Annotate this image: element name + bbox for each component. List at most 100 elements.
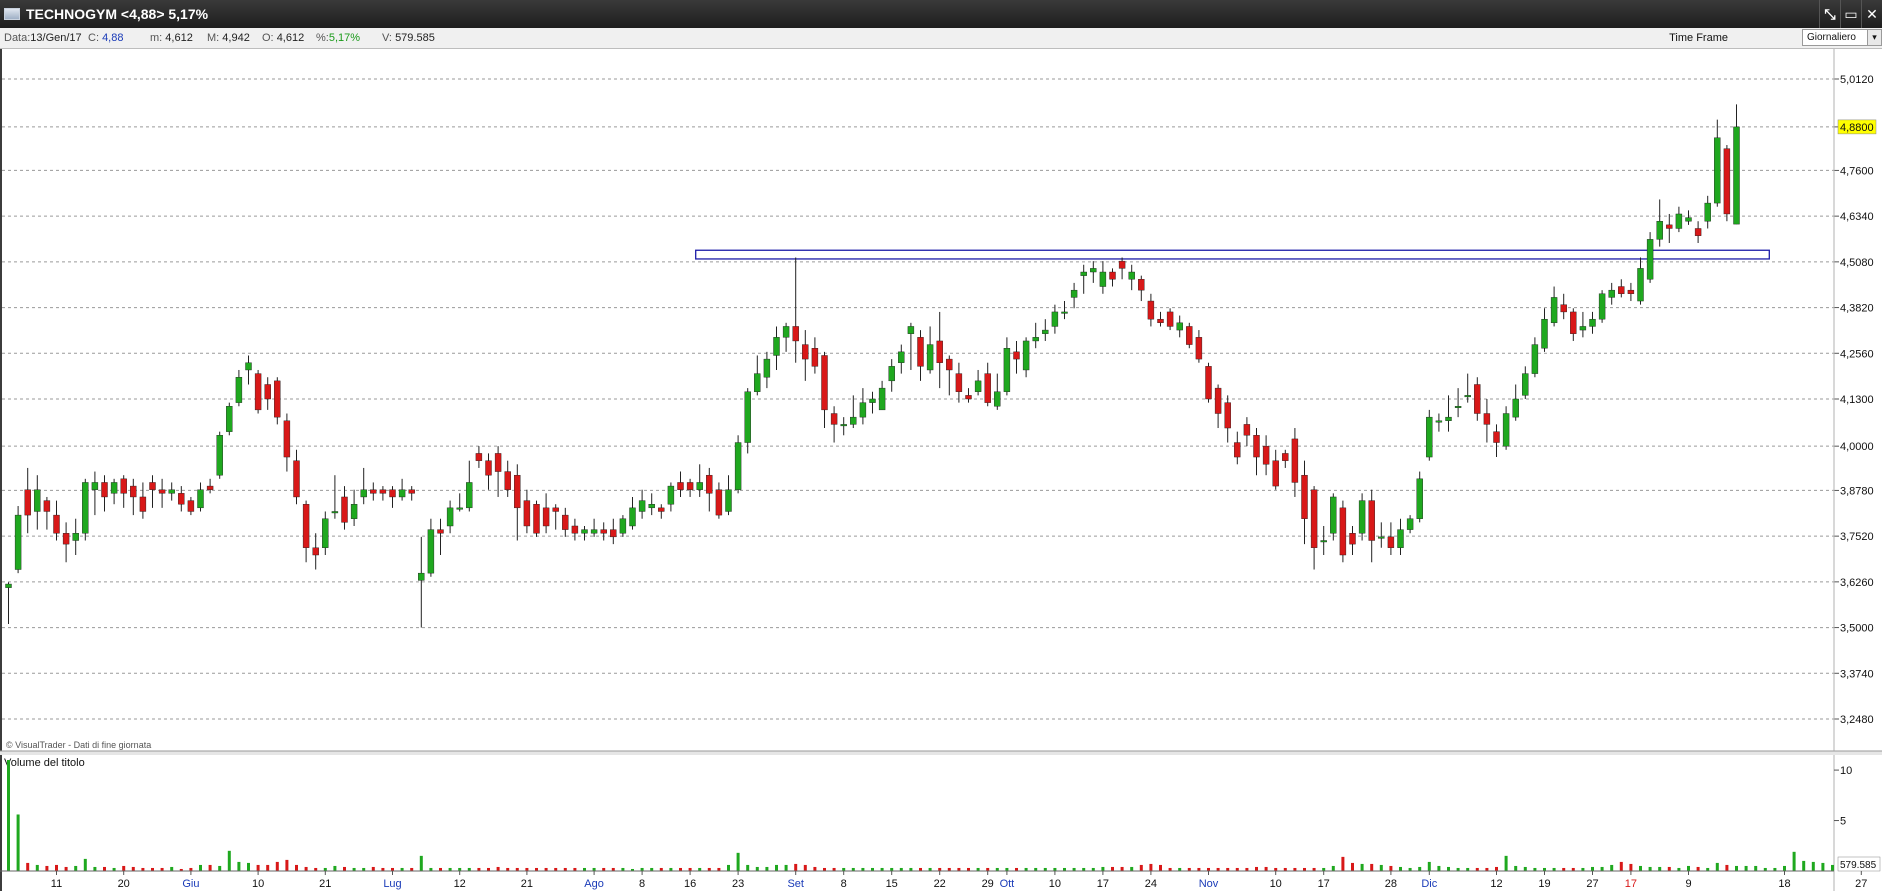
volume-bar xyxy=(304,866,308,871)
candle-down xyxy=(706,474,713,494)
volume-bar xyxy=(16,814,20,871)
volume-bar xyxy=(131,866,135,871)
candle-down xyxy=(53,514,60,534)
price-chart[interactable]: 5,0120 4,8800 4,7600 4,6340 4,5080 4,3820 4,25… xyxy=(0,49,1882,891)
candle-down xyxy=(62,533,70,545)
x-tick-label: 9 xyxy=(1685,878,1691,890)
open-value: 4,612 xyxy=(276,32,305,44)
candle-down xyxy=(379,489,387,494)
volume-bar xyxy=(227,850,231,871)
volume-bar xyxy=(247,862,250,871)
volume-bar xyxy=(1159,864,1162,871)
candle-down xyxy=(1483,413,1491,425)
price-tick-label: 5,0120 xyxy=(1840,74,1874,86)
volume-bar xyxy=(1437,865,1441,871)
candle-up xyxy=(994,391,1001,407)
x-tick-label: 22 xyxy=(934,878,946,890)
volume-bar xyxy=(1130,866,1134,871)
candle-up xyxy=(418,572,425,581)
x-tick-label: 21 xyxy=(521,878,533,890)
candle-down xyxy=(1723,148,1731,215)
x-tick-label: 24 xyxy=(1145,878,1157,890)
close-window-button[interactable]: ✕ xyxy=(1861,0,1882,28)
candle-down xyxy=(677,482,684,490)
candle-down xyxy=(533,504,540,534)
volume-bar xyxy=(496,866,500,871)
candle-down xyxy=(475,453,483,461)
candle-up xyxy=(1685,217,1692,222)
x-tick-label: Set xyxy=(787,878,804,890)
date-value: 13/Gen/17 xyxy=(30,32,82,44)
candle-up xyxy=(1637,268,1644,302)
window-controls: ⤡ ▭ ✕ xyxy=(1819,0,1882,28)
window-titlebar: TECHNOGYM <4,88> 5,17% ⤡ ▭ ✕ xyxy=(0,0,1882,28)
candle-up xyxy=(1397,529,1404,548)
max-field: M: 4,942 xyxy=(207,32,250,44)
candle-down xyxy=(1195,337,1203,360)
candle-up xyxy=(82,482,89,534)
candle-up xyxy=(1522,373,1529,396)
quote-info-bar: Data:13/Gen/17 C: 4,88 m: 4,612 M: 4,942… xyxy=(0,28,1882,49)
candle-up xyxy=(1080,271,1087,276)
volume-bar xyxy=(1831,864,1834,871)
date-label: Data: xyxy=(4,32,31,44)
x-tick-label: 27 xyxy=(1855,878,1867,890)
volume-bar xyxy=(1427,861,1431,871)
price-tick-label: 4,7600 xyxy=(1840,165,1874,177)
candle-up xyxy=(1070,289,1078,298)
pin-window-button[interactable]: ⤡ xyxy=(1819,0,1840,28)
volume-field: V: 579.585 xyxy=(382,32,435,44)
price-tick-label: 3,2480 xyxy=(1840,714,1874,726)
candle-down xyxy=(792,326,799,342)
timeframe-select[interactable]: Giornaliero ▾ xyxy=(1802,29,1882,46)
candle-down xyxy=(610,529,617,538)
candle-down xyxy=(600,529,607,534)
candle-down xyxy=(811,348,819,367)
x-tick-label: Nov xyxy=(1199,878,1219,890)
volume-bar xyxy=(1802,860,1806,871)
volume-bar xyxy=(765,866,769,871)
candle-up xyxy=(1406,518,1414,530)
volume-bar xyxy=(775,864,778,871)
candle-down xyxy=(101,482,108,498)
volume-bar xyxy=(1715,862,1719,871)
volume-bar xyxy=(1658,866,1662,871)
volume-bar xyxy=(1725,864,1729,871)
price-tick-label: 3,8780 xyxy=(1840,485,1874,497)
price-tick-label: 4,6340 xyxy=(1840,211,1874,223)
candle-up xyxy=(197,489,204,509)
candle-up xyxy=(1051,311,1059,327)
panel-separator xyxy=(0,751,1882,755)
volume-bar xyxy=(1610,864,1614,871)
candle-up xyxy=(226,406,233,432)
candle-up xyxy=(907,326,915,334)
volume-bar xyxy=(813,866,817,871)
x-tick-label: 10 xyxy=(1049,878,1061,890)
candle-down xyxy=(523,500,531,527)
volume-bar xyxy=(736,852,740,871)
volume-bar xyxy=(1447,866,1450,871)
last-volume-label: 579.585 xyxy=(1840,860,1877,871)
volume-bar xyxy=(64,866,68,871)
x-tick-label: 19 xyxy=(1538,878,1550,890)
candle-down xyxy=(984,373,991,403)
candle-up xyxy=(1022,340,1030,371)
price-tick-label: 3,7520 xyxy=(1840,531,1874,543)
candle-down xyxy=(1666,224,1673,229)
volume-bar xyxy=(1370,863,1374,871)
candle-up xyxy=(398,489,406,498)
volume-bar xyxy=(755,866,759,871)
restore-window-button[interactable]: ▭ xyxy=(1840,0,1861,28)
volume-bar xyxy=(1619,861,1623,871)
candle-down xyxy=(1138,279,1145,291)
candle-down xyxy=(283,420,291,458)
chart-app-icon xyxy=(4,8,20,20)
candle-up xyxy=(1032,337,1039,342)
x-tick-label: 29 xyxy=(982,878,994,890)
candle-down xyxy=(1224,402,1231,429)
volume-bar xyxy=(199,864,202,871)
chevron-down-icon[interactable]: ▾ xyxy=(1867,30,1881,45)
candle-down xyxy=(1310,489,1318,548)
candle-up xyxy=(1464,395,1471,398)
candle-down xyxy=(1214,387,1222,414)
